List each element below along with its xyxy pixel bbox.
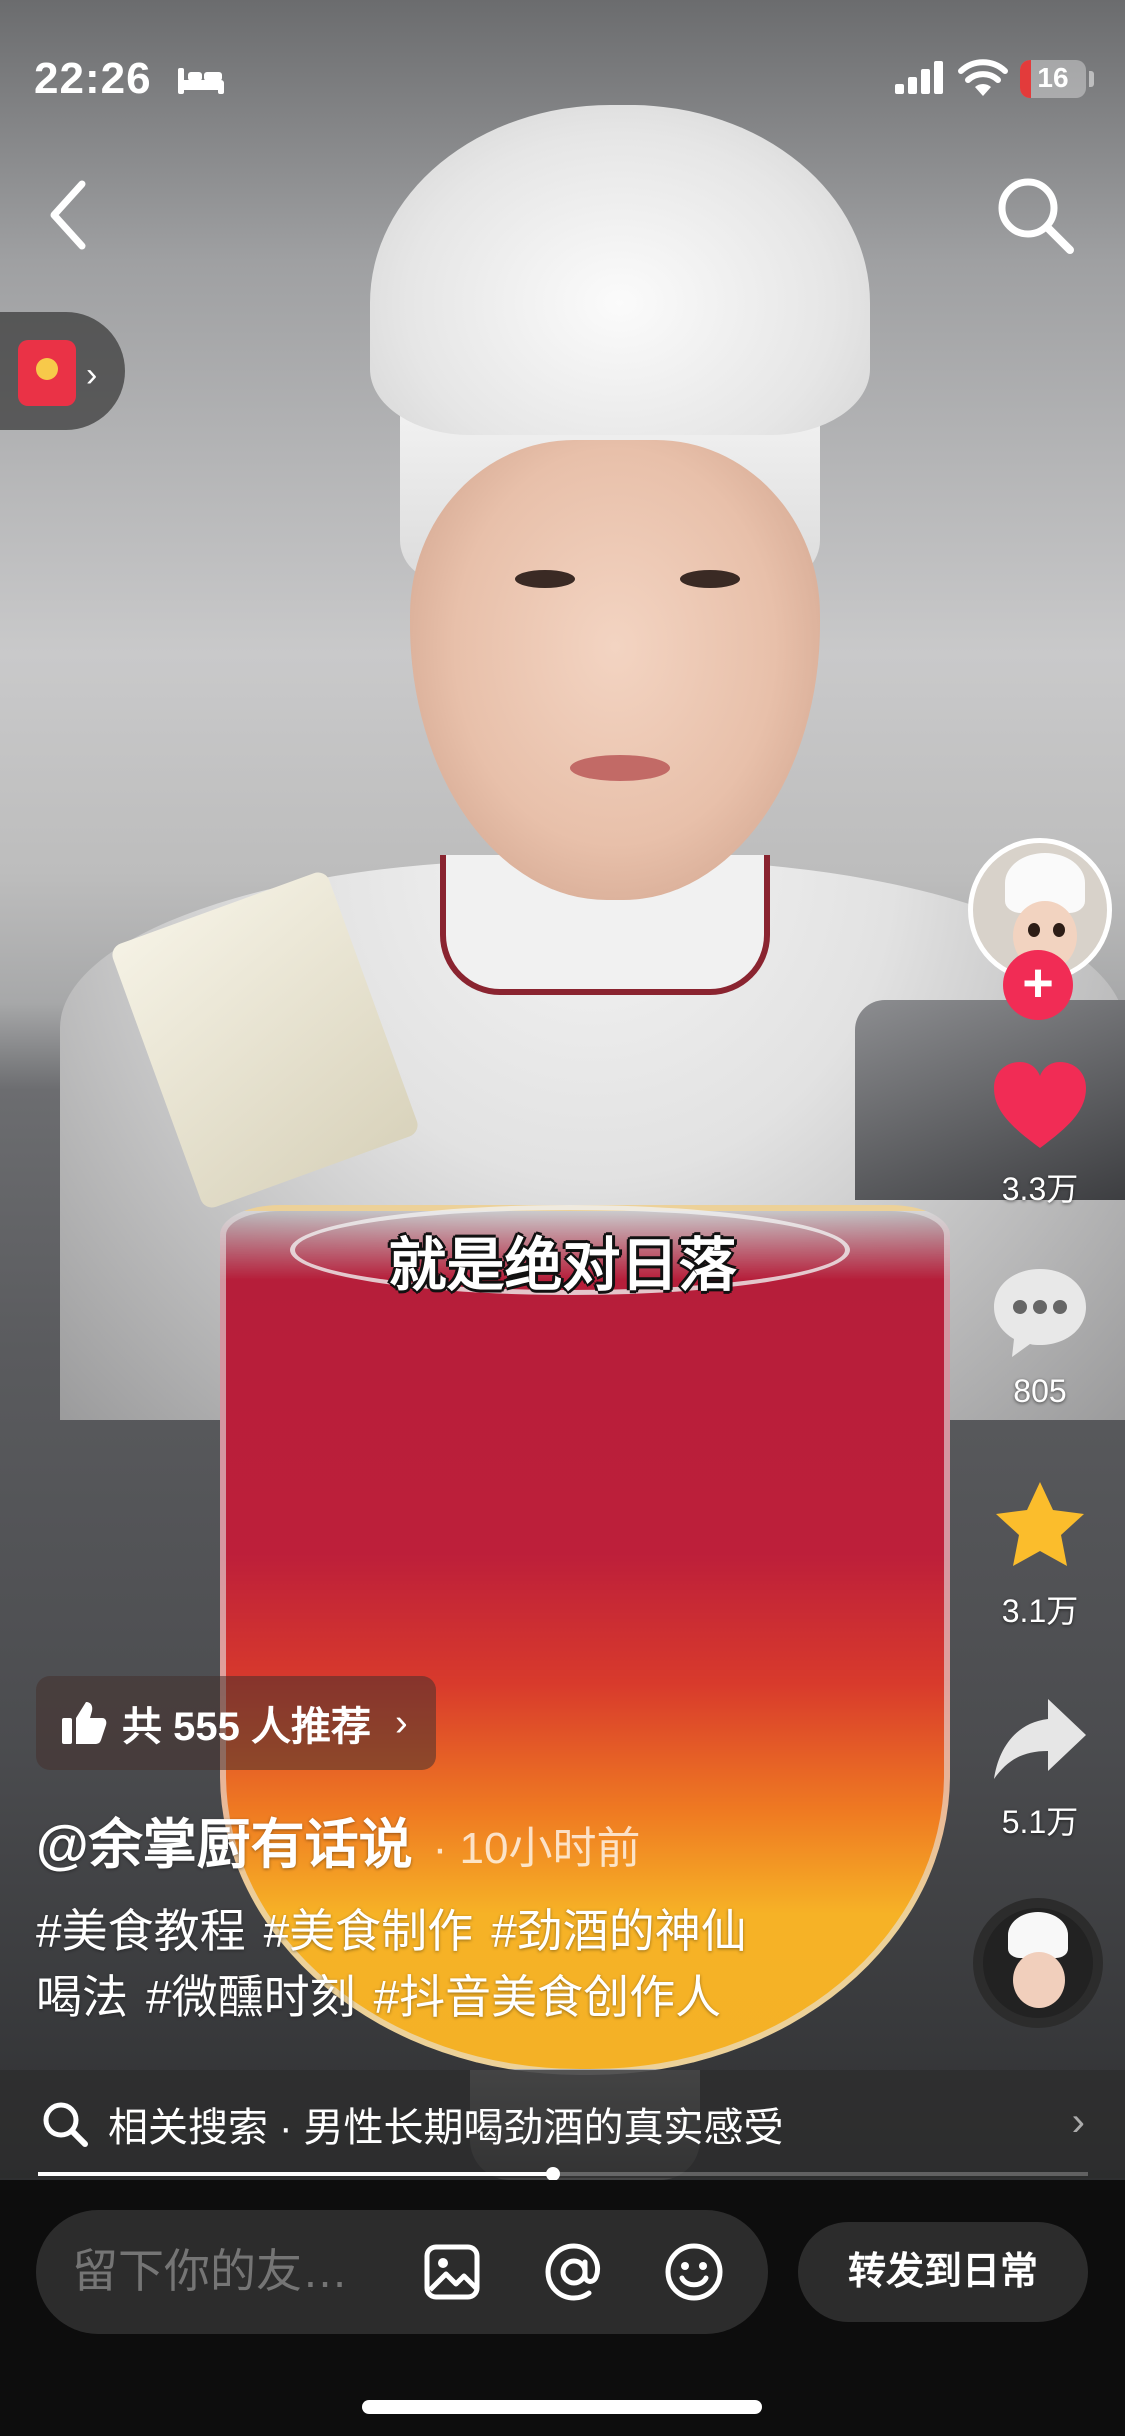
red-packet-seal (36, 358, 58, 380)
star-icon (996, 1482, 1084, 1566)
at-icon[interactable] (544, 2242, 604, 2302)
collect-count: 3.1万 (1001, 1593, 1079, 1629)
cellular-signal-icon (895, 61, 943, 94)
chevron-right-icon: › (394, 1701, 408, 1744)
hashtag[interactable]: #微醺时刻 (146, 1971, 356, 2023)
red-packet-button[interactable]: › (0, 312, 125, 430)
heart-icon (994, 1062, 1086, 1148)
avatar-eye (1053, 923, 1065, 937)
related-search-bar[interactable]: 相关搜索 · 男性长期喝劲酒的真实感受 › (0, 2070, 1125, 2178)
status-bar: 22:26 16 (0, 0, 1125, 150)
hashtag[interactable]: #美食教程 (36, 1905, 246, 1957)
forward-to-daily-button[interactable]: 转发到日常 (798, 2222, 1088, 2322)
thumbs-up-icon (62, 1702, 107, 1744)
follow-button[interactable]: + (1003, 950, 1073, 1020)
chevron-left-icon[interactable] (40, 170, 100, 260)
battery-tip (1089, 71, 1094, 87)
battery-level: 16 (1037, 62, 1069, 93)
related-search-label: 相关搜索 · 男性长期喝劲酒的真实感受 (108, 2106, 784, 2150)
chef-face (410, 440, 820, 900)
video-progress-knob[interactable] (545, 2167, 560, 2181)
comment-box[interactable] (36, 2210, 768, 2334)
smiley-icon[interactable] (664, 2242, 724, 2302)
status-time: 22:26 (34, 54, 152, 103)
share-count: 5.1万 (1001, 1804, 1079, 1840)
chevron-right-icon: › (1071, 2100, 1085, 2144)
video-progress-bar[interactable] (38, 2167, 1088, 2181)
battery-indicator: 16 (1020, 60, 1086, 98)
hashtag-continuation[interactable]: 喝法 (36, 1971, 128, 2023)
image-icon[interactable] (424, 2244, 480, 2300)
share-button[interactable]: 5.1万 (970, 1695, 1110, 1843)
like-count: 3.3万 (1001, 1171, 1079, 1207)
author-line: @余掌厨有话说 · 10小时前 (36, 1800, 640, 1879)
avatar-eye (1028, 923, 1040, 937)
home-indicator[interactable] (362, 2400, 762, 2414)
hashtag[interactable]: #劲酒的神仙 (491, 1905, 747, 1957)
comment-input[interactable] (72, 2244, 412, 2298)
video-caption: #美食教程 #美食制作 #劲酒的神仙 喝法 #微醺时刻 #抖音美食创作人 (36, 1898, 936, 2030)
collect-button[interactable]: 3.1万 (970, 1478, 1110, 1632)
bottom-bar: 转发到日常 (0, 2180, 1125, 2436)
chef-mouth (570, 755, 670, 781)
chef-eye-left (515, 570, 575, 588)
author-name[interactable]: @余掌厨有话说 (36, 1800, 413, 1879)
post-time: · 10小时前 (432, 1824, 641, 1873)
chevron-right-icon: › (86, 356, 98, 394)
search-icon (43, 2102, 88, 2147)
hashtag[interactable]: #美食制作 (264, 1905, 474, 1957)
chef-eye-right (680, 570, 740, 588)
wifi-icon (958, 59, 1008, 96)
like-button[interactable]: 3.3万 (970, 1060, 1110, 1210)
video-subtitle: 就是绝对日落 (388, 1231, 737, 1299)
hashtag[interactable]: #抖音美食创作人 (374, 1971, 722, 2023)
recommend-pill[interactable]: 共 555 人推荐 › (36, 1676, 436, 1770)
music-disc-avatar[interactable] (973, 1898, 1103, 2028)
comment-count: 805 (1013, 1373, 1067, 1409)
music-avatar-face (1013, 1952, 1065, 2008)
search-icon[interactable] (990, 170, 1080, 260)
recommend-label: 共 555 人推荐 (122, 1705, 371, 1749)
video-progress-fill (38, 2172, 553, 2176)
share-arrow-icon (994, 1699, 1086, 1779)
chef-hat (370, 105, 870, 435)
sleep-focus-icon (178, 68, 224, 94)
